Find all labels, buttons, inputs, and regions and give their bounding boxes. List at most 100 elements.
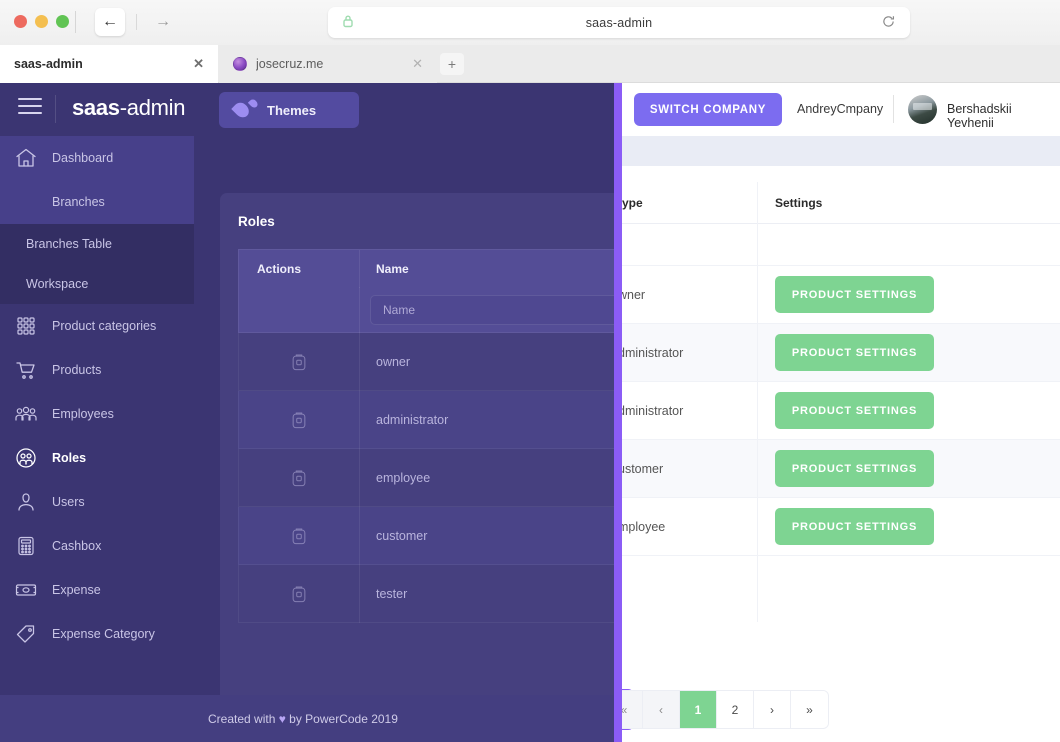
minimize-window-button[interactable] bbox=[35, 15, 48, 28]
calculator-icon bbox=[14, 534, 42, 558]
browser-chrome: ← → saas-admin bbox=[0, 0, 1060, 45]
sidebar-item-users[interactable]: Users bbox=[0, 480, 194, 524]
roles-card-title: Roles bbox=[238, 213, 275, 229]
trash-icon[interactable] bbox=[290, 526, 308, 546]
cell-type: mployee bbox=[618, 519, 666, 534]
sidebar-item-expense-category[interactable]: Expense Category bbox=[0, 612, 194, 656]
pagination-last[interactable]: » bbox=[791, 691, 828, 728]
app-header: saas-admin Themes bbox=[0, 83, 618, 136]
trash-icon[interactable] bbox=[290, 468, 308, 488]
tab-josecruz[interactable]: josecruz.me ✕ bbox=[219, 45, 437, 83]
actions-cell bbox=[239, 565, 359, 623]
back-arrow-icon: ← bbox=[102, 13, 118, 30]
tab-strip: saas-admin ✕ josecruz.me ✕ + bbox=[0, 45, 1060, 83]
app-footer: Created with ♥ by PowerCode 2019 bbox=[0, 695, 618, 742]
close-icon[interactable]: ✕ bbox=[412, 56, 423, 72]
sidebar-item-branches[interactable]: Branches bbox=[0, 180, 194, 224]
overlay-accent-edge bbox=[614, 83, 622, 742]
actions-cell bbox=[239, 449, 359, 507]
product-settings-button[interactable]: PRODUCT SETTINGS bbox=[775, 450, 934, 487]
sidebar-item-product-categories[interactable]: Product categories bbox=[0, 304, 194, 348]
trash-icon[interactable] bbox=[290, 410, 308, 430]
tab-label: josecruz.me bbox=[256, 57, 324, 71]
reload-icon[interactable] bbox=[882, 15, 895, 31]
tag-icon bbox=[14, 622, 42, 646]
window-traffic-lights[interactable] bbox=[14, 15, 69, 28]
cell-name: administrator bbox=[359, 390, 618, 449]
name-filter-input[interactable] bbox=[370, 294, 618, 325]
table-column-separator bbox=[757, 182, 758, 622]
tab-saas-admin[interactable]: saas-admin ✕ bbox=[0, 45, 218, 83]
roles-card: Roles Actions Name Name owner administra… bbox=[220, 193, 618, 742]
table-row[interactable]: tester bbox=[238, 564, 618, 623]
sidebar-item-label: Employees bbox=[52, 407, 114, 421]
people-icon bbox=[14, 402, 42, 426]
cell-settings: PRODUCT SETTINGS bbox=[775, 508, 934, 545]
close-window-button[interactable] bbox=[14, 15, 27, 28]
sidebar-item-products[interactable]: Products bbox=[0, 348, 194, 392]
sidebar-item-expense[interactable]: Expense bbox=[0, 568, 194, 612]
sidebar-item-label: Expense bbox=[52, 583, 101, 597]
cell-name: tester bbox=[359, 564, 618, 623]
water-drop-icon bbox=[231, 97, 265, 121]
cell-type: ustomer bbox=[618, 461, 664, 476]
product-settings-button[interactable]: PRODUCT SETTINGS bbox=[775, 392, 934, 429]
avatar[interactable] bbox=[908, 95, 937, 124]
sidebar-item-label: Workspace bbox=[26, 277, 89, 291]
table-row[interactable]: customer bbox=[238, 506, 618, 565]
product-settings-button[interactable]: PRODUCT SETTINGS bbox=[775, 334, 934, 371]
cell-name: customer bbox=[359, 506, 618, 565]
themes-label: Themes bbox=[267, 102, 317, 118]
table-row[interactable]: employee bbox=[238, 448, 618, 507]
footer-text: Created with ♥ by PowerCode 2019 bbox=[208, 712, 398, 726]
footer-prefix: Created with bbox=[208, 711, 279, 726]
column-header-name: Name bbox=[359, 249, 618, 288]
sidebar-item-cashbox[interactable]: Cashbox bbox=[0, 524, 194, 568]
trash-icon[interactable] bbox=[290, 584, 308, 604]
user-name: Bershadskii Yevhenii bbox=[947, 102, 1012, 130]
sidebar-item-workspace[interactable]: Workspace bbox=[0, 264, 194, 304]
close-icon[interactable]: ✕ bbox=[193, 56, 204, 72]
cell-type: dministrator bbox=[618, 345, 684, 360]
header-divider bbox=[893, 95, 894, 123]
pagination[interactable]: « ‹ 1 2 › » bbox=[606, 691, 828, 728]
themes-button[interactable]: Themes bbox=[219, 92, 359, 128]
header-divider bbox=[55, 95, 56, 123]
sidebar-item-dashboard[interactable]: Dashboard bbox=[0, 136, 194, 180]
pagination-page-1[interactable]: 1 bbox=[680, 691, 717, 728]
sidebar: Dashboard Branches Branches Table Worksp… bbox=[0, 136, 194, 742]
zoom-window-button[interactable] bbox=[56, 15, 69, 28]
sidebar-item-roles[interactable]: Roles bbox=[0, 436, 194, 480]
filter-name-cell bbox=[359, 286, 618, 333]
sidebar-item-label: Products bbox=[52, 363, 102, 377]
sidebar-item-label: Cashbox bbox=[52, 539, 102, 553]
new-tab-button[interactable]: + bbox=[440, 53, 464, 75]
hamburger-icon[interactable] bbox=[18, 98, 42, 114]
product-settings-button[interactable]: PRODUCT SETTINGS bbox=[775, 508, 934, 545]
sidebar-item-employees[interactable]: Employees bbox=[0, 392, 194, 436]
sidebar-submenu: Branches Table Workspace bbox=[0, 224, 194, 304]
sidebar-item-branches-table[interactable]: Branches Table bbox=[0, 224, 194, 264]
trash-icon[interactable] bbox=[290, 352, 308, 372]
pagination-page-2[interactable]: 2 bbox=[717, 691, 754, 728]
table-row[interactable]: administrator bbox=[238, 390, 618, 449]
brand-light: -admin bbox=[119, 95, 186, 120]
filter-actions-cell bbox=[239, 287, 359, 333]
table-row[interactable]: owner bbox=[238, 332, 618, 391]
cell-name: owner bbox=[359, 332, 618, 391]
heart-icon: ♥ bbox=[278, 711, 286, 726]
roles-table-header: Actions Name bbox=[238, 249, 618, 288]
roles-table: Actions Name Name owner administrator em… bbox=[238, 249, 618, 623]
pagination-next[interactable]: › bbox=[754, 691, 791, 728]
switch-company-label: SWITCH COMPANY bbox=[649, 103, 767, 116]
product-settings-button[interactable]: PRODUCT SETTINGS bbox=[775, 276, 934, 313]
favicon-icon bbox=[233, 57, 247, 71]
chrome-divider-2 bbox=[136, 14, 137, 30]
pagination-prev[interactable]: ‹ bbox=[643, 691, 680, 728]
sidebar-item-label: Branches Table bbox=[26, 237, 112, 251]
forward-button[interactable]: → bbox=[148, 8, 178, 36]
cell-name: employee bbox=[359, 448, 618, 507]
back-button[interactable]: ← bbox=[95, 8, 125, 36]
switch-company-button[interactable]: SWITCH COMPANY bbox=[634, 93, 782, 126]
address-bar[interactable]: saas-admin bbox=[328, 7, 910, 38]
